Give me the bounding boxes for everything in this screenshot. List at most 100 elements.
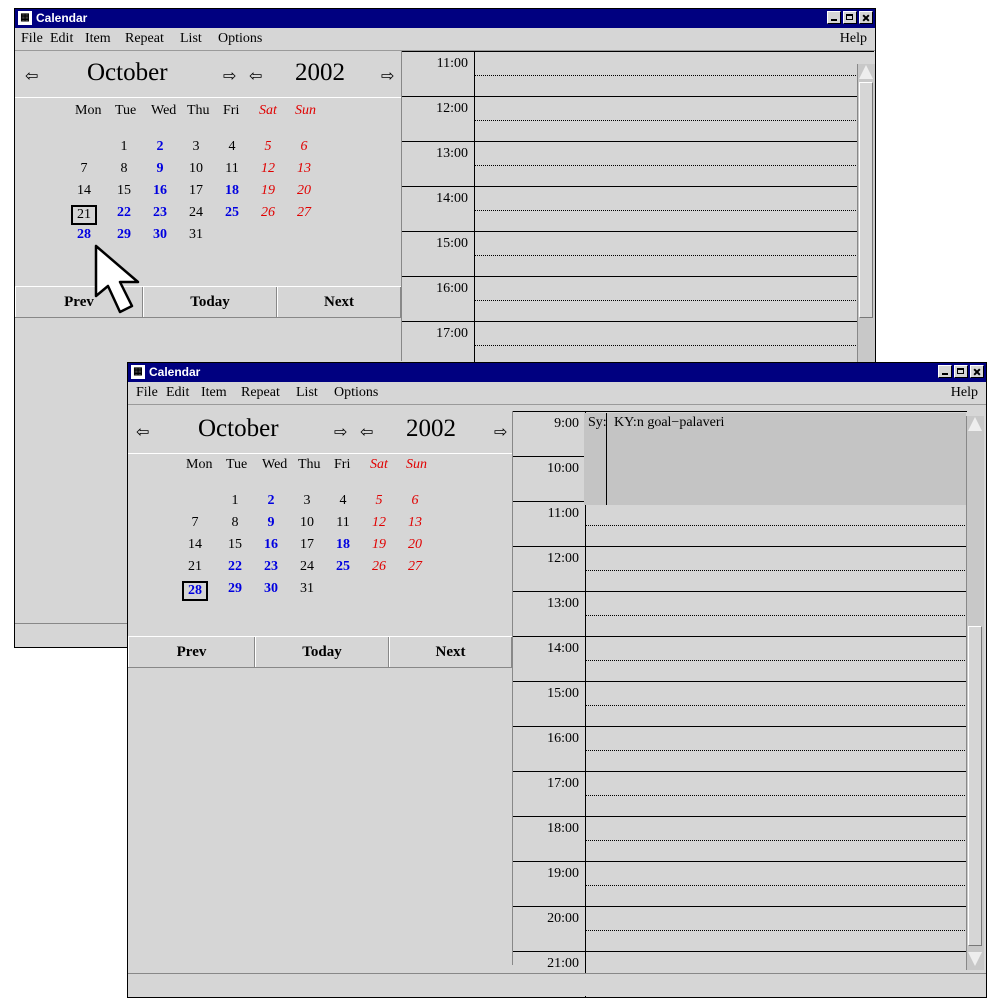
hour-row[interactable]: 16:00 (513, 726, 967, 772)
time-slot[interactable] (474, 52, 874, 97)
time-slot[interactable] (474, 277, 874, 322)
calendar-day[interactable]: 7 (182, 515, 208, 531)
calendar-day[interactable]: 10 (294, 515, 320, 531)
hour-row[interactable]: 19:00 (513, 861, 967, 907)
menu-edit[interactable]: Edit (166, 385, 189, 401)
calendar-day[interactable]: 19 (366, 537, 392, 553)
time-slot[interactable] (585, 682, 967, 727)
calendar-day[interactable]: 16 (147, 183, 173, 199)
today-button[interactable]: Today (143, 287, 277, 317)
calendar-app-icon[interactable]: ▦ (131, 365, 145, 379)
calendar-app-icon[interactable]: ▦ (18, 11, 32, 25)
calendar-day[interactable]: 23 (258, 559, 284, 575)
hour-row[interactable]: 11:00 (513, 501, 967, 547)
arrow-left-icon[interactable]: ⇦ (136, 422, 149, 441)
prev-button[interactable]: Prev (128, 637, 255, 667)
calendar-day[interactable]: 21 (182, 559, 208, 575)
hour-row[interactable]: 13:00 (402, 141, 874, 187)
hour-row[interactable]: 12:00 (513, 546, 967, 592)
calendar-day[interactable]: 14 (182, 537, 208, 553)
time-slot[interactable] (474, 187, 874, 232)
hour-row[interactable]: 15:00 (402, 231, 874, 277)
calendar-day[interactable]: 3 (183, 139, 209, 155)
time-slot[interactable] (585, 772, 967, 817)
menu-item[interactable]: Item (201, 385, 227, 401)
menu-help[interactable]: Help (840, 31, 867, 47)
calendar-day[interactable]: 22 (111, 205, 137, 221)
arrow-left-icon[interactable]: ⇦ (25, 66, 38, 85)
menu-edit[interactable]: Edit (50, 31, 73, 47)
scroll-thumb[interactable] (859, 82, 873, 318)
calendar-day[interactable]: 25 (219, 205, 245, 221)
hour-row[interactable]: 16:00 (402, 276, 874, 322)
close-icon[interactable] (859, 11, 873, 24)
calendar-day[interactable]: 24 (294, 559, 320, 575)
hour-row[interactable]: 14:00 (402, 186, 874, 232)
arrow-right-icon[interactable]: ⇨ (494, 422, 507, 441)
calendar-day[interactable]: 8 (222, 515, 248, 531)
calendar-day[interactable]: 18 (330, 537, 356, 553)
menu-file[interactable]: File (21, 31, 43, 47)
calendar-day[interactable]: 14 (71, 183, 97, 199)
calendar-day[interactable]: 21 (71, 205, 97, 225)
scroll-thumb[interactable] (968, 626, 982, 946)
time-slot[interactable] (474, 97, 874, 142)
calendar-day[interactable]: 27 (291, 205, 317, 221)
calendar-day[interactable]: 20 (291, 183, 317, 199)
calendar-day[interactable]: 4 (219, 139, 245, 155)
menu-repeat[interactable]: Repeat (241, 385, 280, 401)
menu-options[interactable]: Options (218, 31, 262, 47)
calendar-day[interactable]: 2 (258, 493, 284, 509)
calendar-day[interactable]: 30 (258, 581, 284, 597)
calendar-day[interactable]: 17 (183, 183, 209, 199)
maximize-icon[interactable] (843, 11, 857, 24)
title-bar[interactable]: ▦ Calendar (128, 363, 986, 382)
next-button[interactable]: Next (277, 287, 401, 317)
calendar-day[interactable]: 1 (111, 139, 137, 155)
hour-row[interactable]: 18:00 (513, 816, 967, 862)
time-slot[interactable] (585, 907, 967, 952)
arrow-left-icon[interactable]: ⇦ (249, 66, 262, 85)
arrow-left-icon[interactable]: ⇦ (360, 422, 373, 441)
scroll-up-icon[interactable] (968, 417, 982, 431)
time-slot[interactable] (585, 727, 967, 772)
arrow-right-icon[interactable]: ⇨ (334, 422, 347, 441)
scrollbar[interactable] (966, 416, 984, 970)
calendar-day[interactable]: 22 (222, 559, 248, 575)
hour-row[interactable]: 11:00 (402, 51, 874, 97)
calendar-day[interactable]: 16 (258, 537, 284, 553)
calendar-day[interactable]: 11 (219, 161, 245, 177)
hour-row[interactable]: 13:00 (513, 591, 967, 637)
calendar-day[interactable]: 7 (71, 161, 97, 177)
menu-file[interactable]: File (136, 385, 158, 401)
time-slot[interactable] (585, 637, 967, 682)
calendar-day[interactable]: 6 (291, 139, 317, 155)
calendar-day[interactable]: 9 (147, 161, 173, 177)
calendar-day[interactable]: 17 (294, 537, 320, 553)
calendar-day[interactable]: 27 (402, 559, 428, 575)
time-slot[interactable] (585, 862, 967, 907)
calendar-day[interactable]: 1 (222, 493, 248, 509)
appointment-block[interactable]: Sy: KY:n goal−palaveri (584, 413, 966, 505)
menu-list[interactable]: List (296, 385, 318, 401)
calendar-day[interactable]: 26 (366, 559, 392, 575)
calendar-day[interactable]: 15 (222, 537, 248, 553)
calendar-day[interactable]: 31 (294, 581, 320, 597)
calendar-day[interactable]: 18 (219, 183, 245, 199)
calendar-day[interactable]: 20 (402, 537, 428, 553)
calendar-day[interactable]: 30 (147, 227, 173, 243)
calendar-day[interactable]: 8 (111, 161, 137, 177)
calendar-day[interactable]: 19 (255, 183, 281, 199)
calendar-day[interactable]: 23 (147, 205, 173, 221)
calendar-day[interactable]: 5 (366, 493, 392, 509)
calendar-day[interactable]: 24 (183, 205, 209, 221)
calendar-day[interactable]: 5 (255, 139, 281, 155)
next-button[interactable]: Next (389, 637, 512, 667)
menu-item[interactable]: Item (85, 31, 111, 47)
time-slot[interactable] (474, 232, 874, 277)
hour-row[interactable]: 17:00 (513, 771, 967, 817)
calendar-day[interactable]: 12 (366, 515, 392, 531)
close-icon[interactable] (970, 365, 984, 378)
scrollbar[interactable] (857, 64, 875, 364)
calendar-day[interactable]: 3 (294, 493, 320, 509)
